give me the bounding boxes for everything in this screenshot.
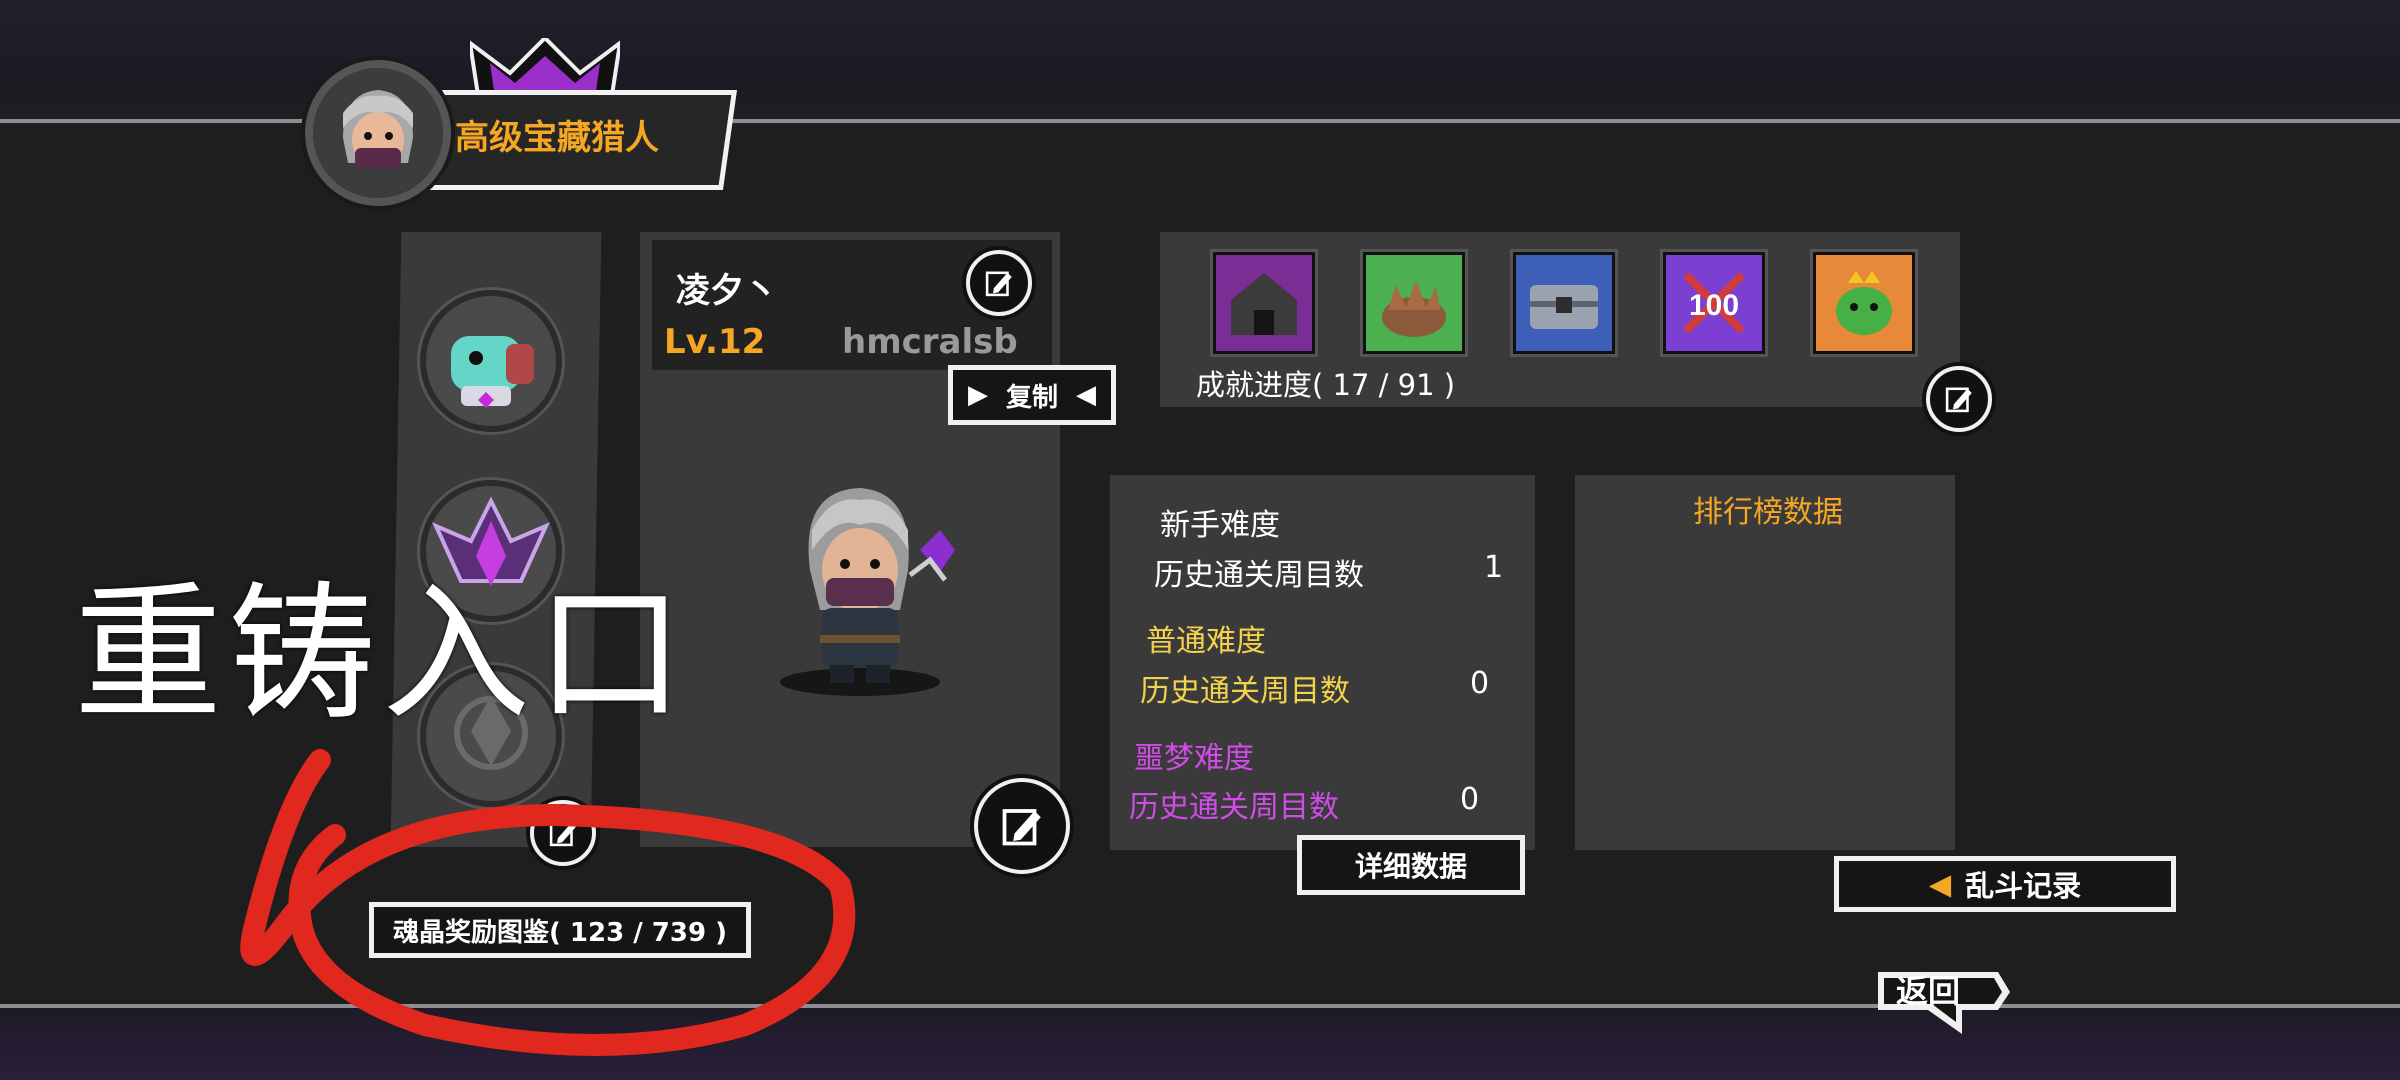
player-level: Lv.12 [664,322,766,362]
edit-icon [985,271,1012,297]
detail-data-button[interactable]: 详细数据 [1297,835,1525,895]
novice-clears-value: 1 [1484,550,1504,585]
character-sprite [780,488,955,696]
novice-clears-label: 历史通关周目数 [1154,558,1364,593]
name-edit-button[interactable] [966,250,1032,316]
achievement-progress: 成就进度( 17 / 91 ) [1196,368,1456,402]
back-label: 返回 [1896,972,1961,1010]
annotation-text: 重铸入口 [74,568,690,740]
back-button[interactable]: 返回 [1870,962,2020,1040]
edit-icon [1945,387,1972,413]
leaderboard-panel [1575,475,1955,850]
copy-label: 复制 [1005,382,1058,413]
player-nickname: 凌夕丶 [676,271,778,311]
nightmare-title: 噩梦难度 [1134,741,1254,776]
back-triangle-icon: ◀ [1928,867,1952,901]
chest-icon[interactable] [1513,252,1615,354]
normal-clears-value: 0 [1470,666,1490,701]
rank-title: 高级宝藏猎人 [455,118,659,158]
player-avatar[interactable] [305,60,451,206]
brawl-record-button[interactable]: ◀ 乱斗记录 [1834,856,2176,912]
nightmare-clears-value: 0 [1460,782,1480,817]
hero-portrait-icon [313,68,443,198]
nightmare-clears-label: 历史通关周目数 [1129,790,1339,825]
normal-title: 普通难度 [1146,624,1266,659]
100-badge-icon[interactable]: 100 [1663,252,1765,354]
temple-icon[interactable] [1213,252,1315,354]
leaderboard-title: 排行榜数据 [1693,495,1843,530]
character-edit-button[interactable] [974,778,1070,874]
play-right-icon: ▶ [967,380,988,410]
normal-clears-label: 历史通关周目数 [1140,674,1350,709]
nest-icon[interactable] [1363,252,1465,354]
goblin-king-icon[interactable] [1813,252,1915,354]
player-id: hmcralsb [842,322,1018,362]
red-circle-annotation [240,749,856,1056]
copy-id-button[interactable]: ▶ 复制 ◀ [948,365,1116,425]
brawl-record-label: 乱斗记录 [1965,869,2082,903]
novice-title: 新手难度 [1160,508,1280,543]
pet-slot[interactable] [420,290,562,432]
robot-pet-icon [451,336,534,408]
play-left-icon: ◀ [1076,380,1096,410]
achievement-edit-button[interactable] [1926,366,1992,432]
edit-icon [1002,809,1041,846]
svg-text:100: 100 [1689,289,1739,322]
